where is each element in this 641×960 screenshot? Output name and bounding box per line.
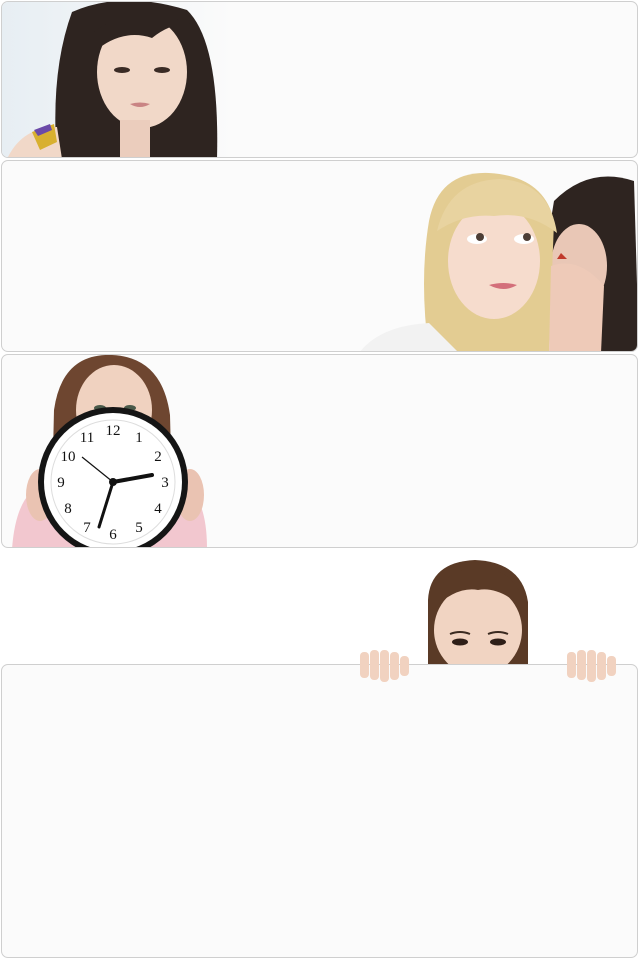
banner-panel-5[interactable] (1, 664, 638, 958)
clock-numeral: 6 (109, 527, 117, 543)
clock-numeral: 12 (106, 423, 121, 439)
clock-numeral: 11 (80, 430, 94, 446)
clock-numeral: 1 (135, 430, 143, 446)
banner-panel-3[interactable]: 12 1 2 3 4 5 6 7 8 9 10 11 (1, 354, 638, 548)
woman-peeking-over-board-photo (428, 560, 528, 664)
clock-numeral: 8 (64, 501, 72, 517)
clock-numeral: 4 (154, 501, 162, 517)
clock-numeral: 9 (57, 475, 65, 491)
clock-numeral: 7 (83, 520, 91, 536)
clock-numeral: 5 (135, 520, 143, 536)
banner-panel-4[interactable] (0, 550, 641, 664)
woman-holding-clock-photo: 12 12 3 45 6 78 9 1011 (12, 355, 207, 547)
woman-portrait-photo (2, 2, 232, 157)
clock-numeral: 10 (61, 449, 76, 465)
two-women-whispering-photo (360, 172, 637, 351)
clock-numeral: 2 (154, 449, 162, 465)
banner-panel-1[interactable] (1, 1, 638, 158)
banner-panel-2[interactable] (1, 160, 638, 352)
clock-numeral: 3 (161, 475, 169, 491)
